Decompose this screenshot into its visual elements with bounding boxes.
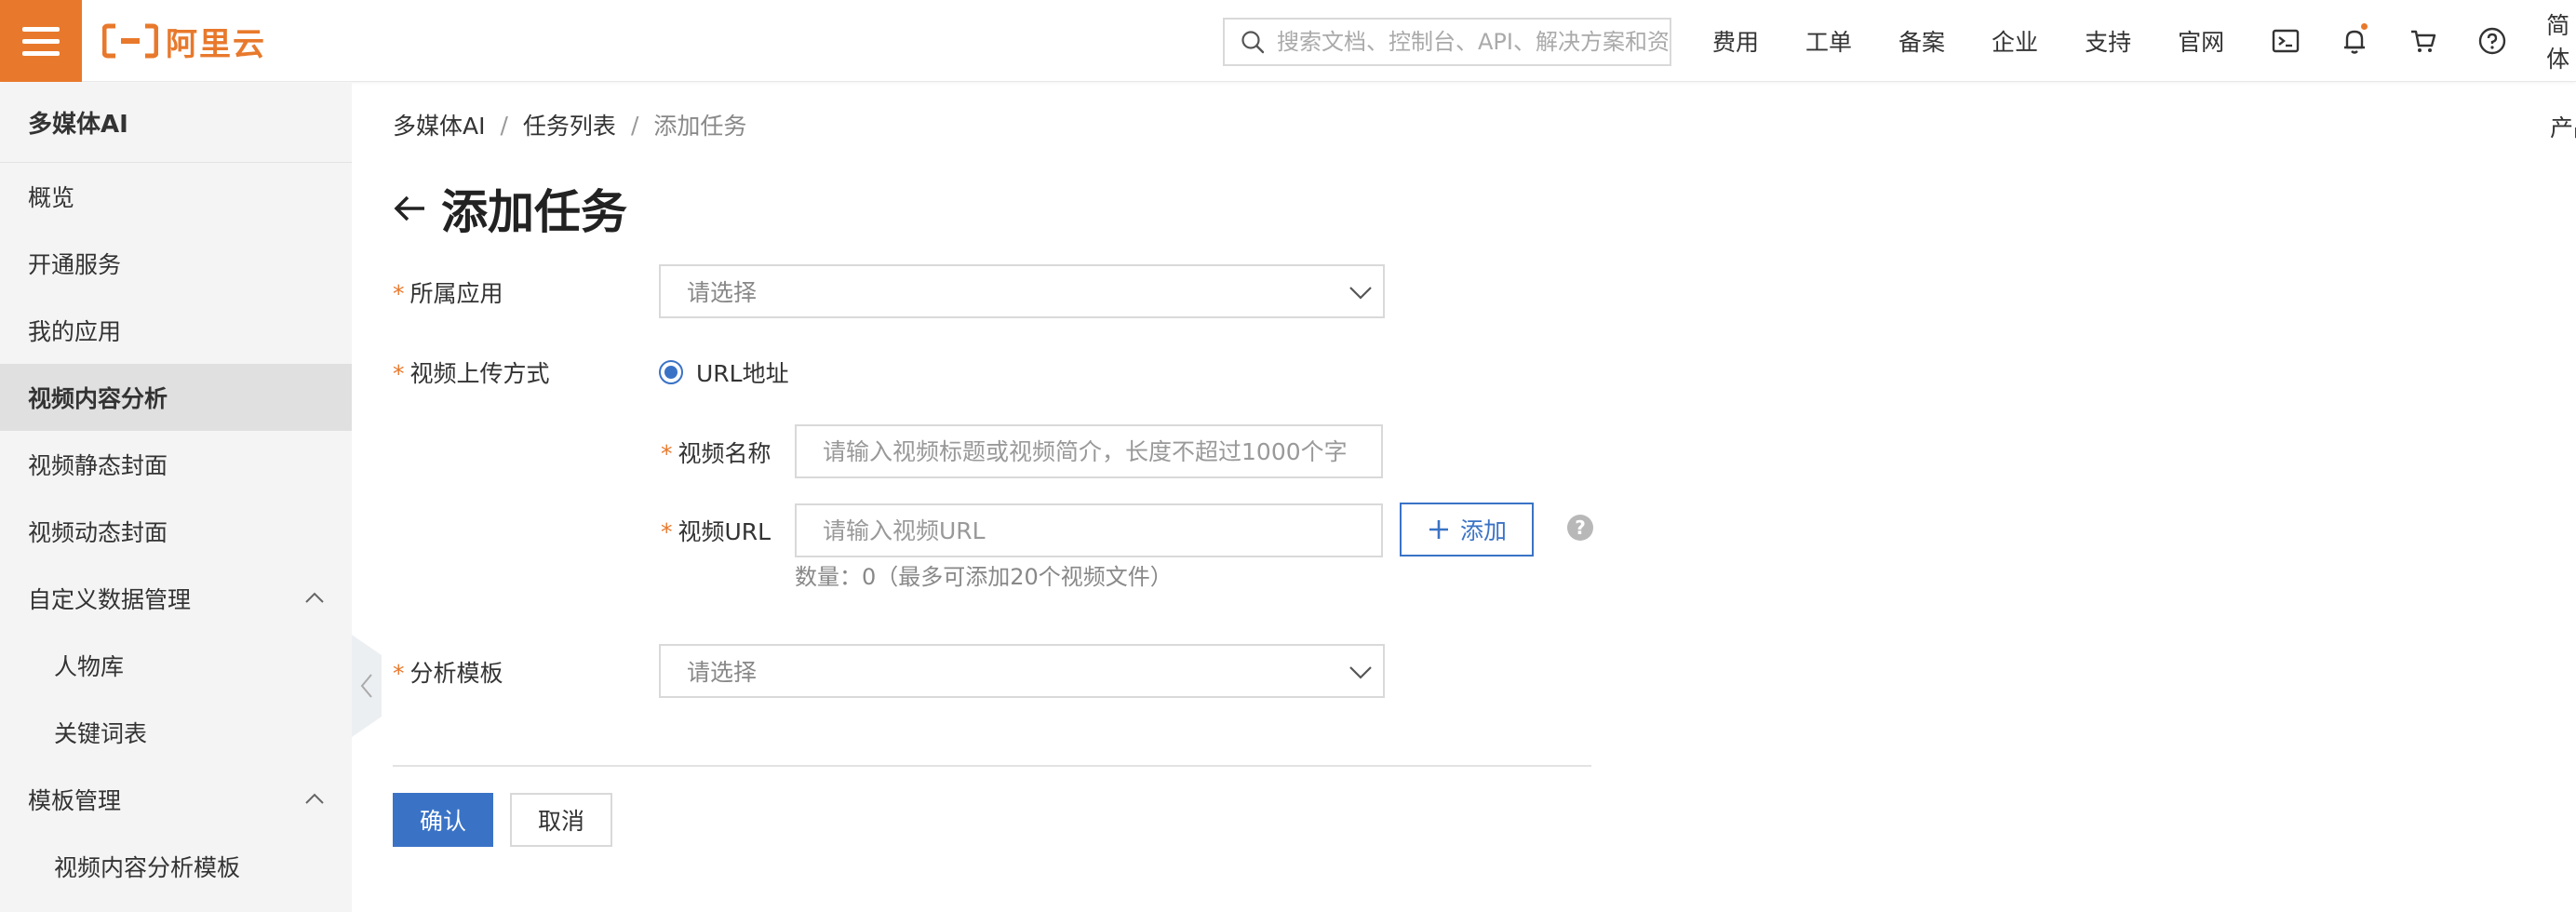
sidebar-item-label: 开通服务 <box>28 251 122 278</box>
page-title-text: 添加任务 <box>441 185 627 239</box>
sidebar-title: 多媒体AI <box>0 83 352 163</box>
required-mark: * <box>393 660 405 687</box>
search-icon <box>1241 31 1265 54</box>
upload-method-label-text: 视频上传方式 <box>409 360 550 387</box>
nav-link-fees[interactable]: 费用 <box>1712 24 1759 58</box>
bell-icon[interactable] <box>2340 23 2369 57</box>
sidebar-item-analysis-template[interactable]: 视频内容分析模板 <box>0 833 352 900</box>
nav-link-icp[interactable]: 备案 <box>1898 24 1945 58</box>
terminal-icon[interactable] <box>2271 25 2301 57</box>
sidebar-item-person-library[interactable]: 人物库 <box>0 632 352 699</box>
add-video-button-label: 添加 <box>1459 517 1507 544</box>
breadcrumb-separator: / <box>500 111 508 139</box>
video-url-field[interactable] <box>795 503 1383 557</box>
video-name-label: * 视频名称 <box>661 436 771 469</box>
sidebar-item-dynamic-cover[interactable]: 视频动态封面 <box>0 498 352 565</box>
cancel-button[interactable]: 取消 <box>510 793 612 847</box>
sidebar-item-label: 视频静态封面 <box>28 452 168 479</box>
chevron-down-icon <box>1349 287 1372 300</box>
truncated-product-link[interactable]: 产品 <box>2550 110 2576 143</box>
search-input[interactable] <box>1277 29 1668 55</box>
chevron-up-icon <box>305 793 324 804</box>
sidebar-item-my-apps[interactable]: 我的应用 <box>0 297 352 364</box>
required-mark: * <box>661 440 673 467</box>
template-select[interactable]: 请选择 <box>659 644 1385 698</box>
form-divider <box>393 765 1591 767</box>
plus-icon <box>1429 520 1448 539</box>
breadcrumb: 多媒体AI / 任务列表 / 添加任务 <box>393 108 746 141</box>
video-name-input[interactable] <box>823 437 1381 465</box>
video-url-label: * 视频URL <box>661 514 771 547</box>
chevron-down-icon <box>1349 666 1372 679</box>
sidebar-item-activate-service[interactable]: 开通服务 <box>0 230 352 297</box>
page-title: 添加任务 <box>391 175 627 242</box>
cart-icon[interactable] <box>2408 25 2438 57</box>
sidebar-item-keyword-table[interactable]: 关键词表 <box>0 699 352 766</box>
help-circle-icon[interactable] <box>2477 25 2507 57</box>
app-label: * 所属应用 <box>393 275 503 309</box>
breadcrumb-item-current: 添加任务 <box>653 113 747 140</box>
video-count-hint: 数量：0（最多可添加20个视频文件） <box>795 564 1173 590</box>
template-label: * 分析模板 <box>393 655 503 689</box>
nav-link-enterprise[interactable]: 企业 <box>1992 24 2038 58</box>
template-label-text: 分析模板 <box>409 660 503 687</box>
url-radio-label: URL地址 <box>696 360 789 387</box>
video-url-input[interactable] <box>823 516 1381 544</box>
breadcrumb-item-multimedia-ai[interactable]: 多媒体AI <box>393 108 485 141</box>
breadcrumb-item-task-list[interactable]: 任务列表 <box>523 108 616 141</box>
sidebar-item-static-cover[interactable]: 视频静态封面 <box>0 431 352 498</box>
language-switcher[interactable]: 简体 <box>2546 7 2576 74</box>
nav-link-official-site[interactable]: 官网 <box>2178 24 2224 58</box>
add-video-button[interactable]: 添加 <box>1400 503 1534 557</box>
aliyun-logo[interactable]: 阿里云 <box>102 20 266 63</box>
top-links: 费用 工单 备案 企业 支持 官网 简体 <box>1712 0 2576 82</box>
sidebar-item-label: 视频动态封面 <box>28 519 168 546</box>
logo-text: 阿里云 <box>166 25 266 63</box>
menu-bar-icon <box>22 26 60 32</box>
sidebar-item-overview[interactable]: 概览 <box>0 163 352 230</box>
chevron-left-icon <box>360 674 372 698</box>
sidebar-item-label: 概览 <box>28 184 75 211</box>
radio-selected-dot <box>664 366 678 379</box>
sidebar-item-label: 视频内容分析 <box>28 385 168 412</box>
upload-method-label: * 视频上传方式 <box>393 355 550 389</box>
sidebar-item-label: 视频内容分析模板 <box>54 854 241 881</box>
back-arrow-icon[interactable] <box>391 190 428 227</box>
hamburger-menu-button[interactable] <box>0 0 82 82</box>
radio-button[interactable] <box>659 360 683 384</box>
aliyun-logo-icon <box>102 23 158 59</box>
video-name-label-text: 视频名称 <box>678 440 771 467</box>
sidebar-item-label: 关键词表 <box>54 720 148 747</box>
help-tooltip-icon[interactable]: ? <box>1567 515 1593 541</box>
menu-bar-icon <box>22 50 60 56</box>
nav-link-support[interactable]: 支持 <box>2085 24 2131 58</box>
required-mark: * <box>661 518 673 545</box>
global-search[interactable] <box>1223 18 1671 66</box>
sidebar-item-label: 我的应用 <box>28 318 122 345</box>
app-select-placeholder: 请选择 <box>687 279 758 306</box>
template-select-placeholder: 请选择 <box>687 659 758 686</box>
sidebar-item-label: 人物库 <box>54 653 125 680</box>
sidebar: 多媒体AI 概览 开通服务 我的应用 视频内容分析 视频静态封面 视频动态封面 … <box>0 83 352 912</box>
sidebar-item-custom-data[interactable]: 自定义数据管理 <box>0 565 352 632</box>
required-mark: * <box>393 360 405 387</box>
sidebar-item-video-analysis[interactable]: 视频内容分析 <box>0 364 352 431</box>
url-radio-option[interactable]: URL地址 <box>659 355 789 389</box>
breadcrumb-separator: / <box>630 111 639 139</box>
menu-bar-icon <box>22 38 60 44</box>
confirm-button[interactable]: 确认 <box>393 793 493 847</box>
sidebar-collapse-handle[interactable] <box>352 635 382 737</box>
sidebar-item-label: 模板管理 <box>28 787 122 814</box>
required-mark: * <box>393 280 405 307</box>
sidebar-item-template-management[interactable]: 模板管理 <box>0 766 352 833</box>
video-name-field[interactable] <box>795 424 1383 478</box>
video-url-label-text: 视频URL <box>678 518 771 545</box>
top-navigation-bar: 阿里云 费用 工单 备案 企业 支持 官网 <box>0 0 2576 82</box>
chevron-up-icon <box>305 592 324 603</box>
nav-link-tickets[interactable]: 工单 <box>1805 24 1852 58</box>
sidebar-item-label: 自定义数据管理 <box>28 586 192 613</box>
app-label-text: 所属应用 <box>409 280 503 307</box>
app-select[interactable]: 请选择 <box>659 264 1385 318</box>
